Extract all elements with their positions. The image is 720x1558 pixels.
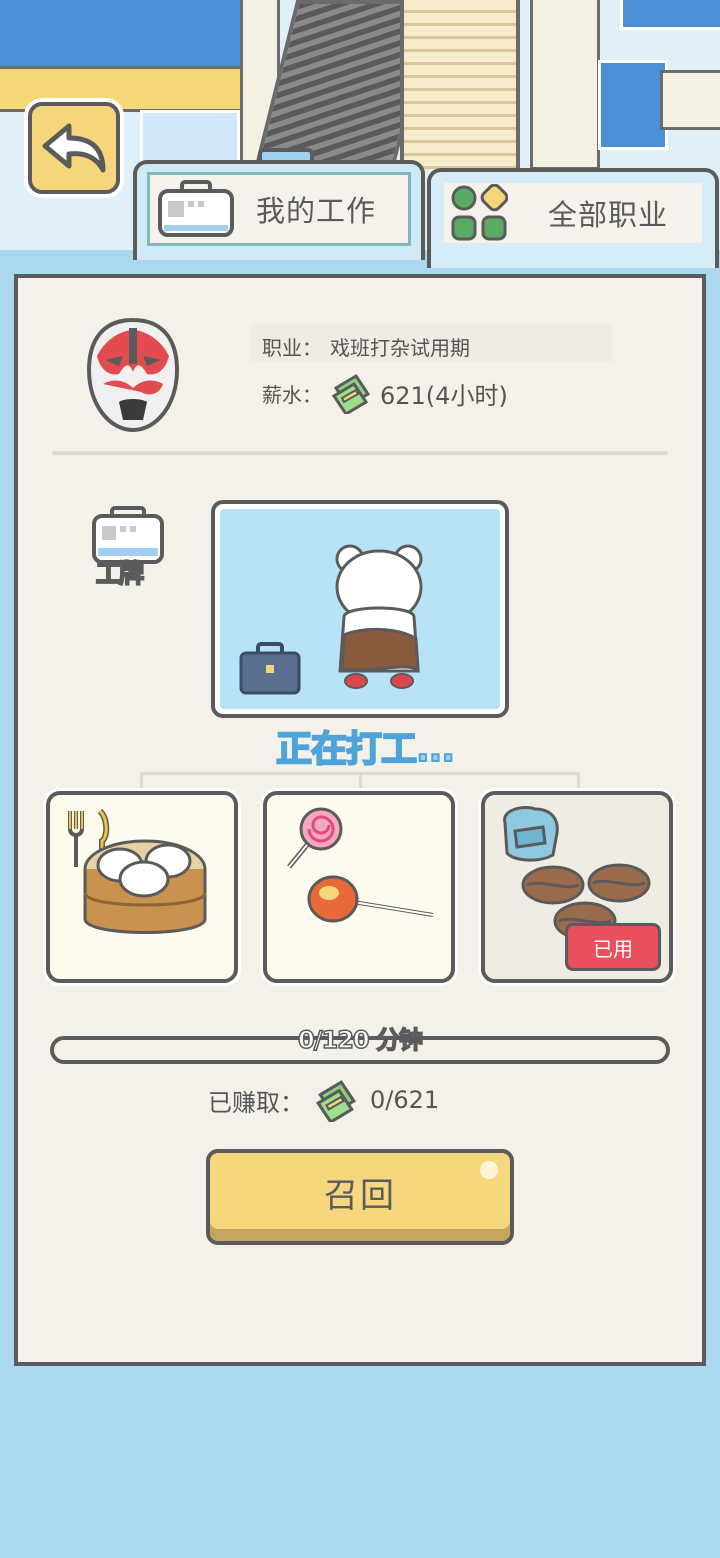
work-progress-text: 0/120 分钟 <box>297 1025 423 1055</box>
food-slot[interactable] <box>46 791 238 983</box>
lollipop-icon <box>287 807 343 869</box>
salary-row: 薪水： 621(4小时) <box>262 372 508 414</box>
steamed-buns-icon <box>83 839 207 934</box>
tab-all-jobs-label: 全部职业 <box>548 198 669 232</box>
vent <box>660 70 720 130</box>
briefcase-icon <box>158 180 234 237</box>
salary-value: 621(4小时) <box>380 381 508 410</box>
working-status-text: 正在打工... <box>275 728 456 771</box>
button-shine <box>480 1161 498 1179</box>
money-icon <box>315 1080 357 1122</box>
opera-mask-icon <box>86 317 180 433</box>
recall-button[interactable]: 召回 <box>206 1149 514 1245</box>
earned-row: 已赚取： 0/621 <box>208 1078 439 1122</box>
work-scene-sky <box>220 509 500 709</box>
salary-label: 薪水： <box>262 382 322 407</box>
back-arrow-icon <box>42 123 106 173</box>
job-label: 职业： <box>262 336 322 360</box>
window <box>0 0 250 70</box>
job-title: 戏班打杂试用期 <box>330 336 470 360</box>
work-scene <box>211 500 509 718</box>
backpack-icon <box>503 806 559 862</box>
earned-label: 已赚取： <box>208 1088 304 1117</box>
divider <box>52 451 668 455</box>
money-icon <box>331 373 371 414</box>
candied-fruit-stick-icon <box>307 875 434 923</box>
work-badge-label: 工牌 <box>95 558 145 589</box>
earned-value: 0/621 <box>370 1086 440 1114</box>
bear-character-icon <box>335 544 423 689</box>
bag-slot[interactable]: 已用 <box>481 791 673 983</box>
candy-slot[interactable] <box>263 791 455 983</box>
back-button[interactable] <box>28 102 120 194</box>
window <box>598 60 668 150</box>
tab-my-job[interactable]: 我的工作 <box>133 160 425 260</box>
used-badge: 已用 <box>565 923 661 971</box>
tab-all-jobs[interactable]: 全部职业 <box>427 168 719 268</box>
pillar <box>530 0 600 170</box>
briefcase-icon <box>239 642 301 695</box>
window <box>620 0 720 30</box>
grid-icon <box>451 184 508 241</box>
job-title-row: 职业： 戏班打杂试用期 <box>262 332 470 361</box>
stairs <box>400 0 520 170</box>
recall-button-label: 召回 <box>324 1175 396 1216</box>
tab-my-job-label: 我的工作 <box>256 194 377 228</box>
